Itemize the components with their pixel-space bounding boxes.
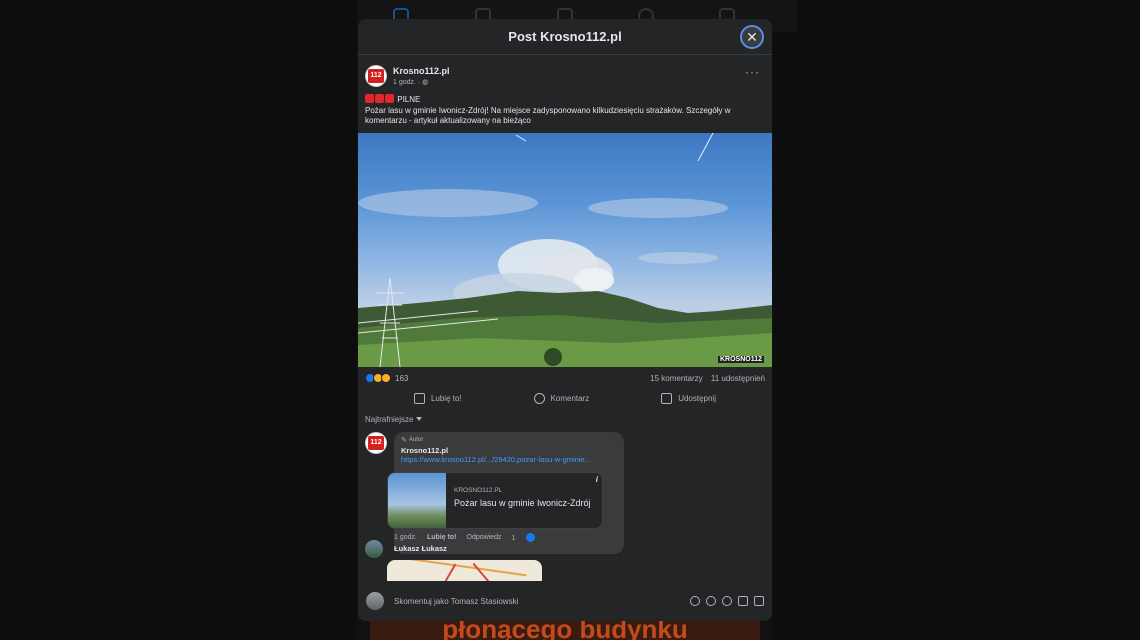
post-actions: Lubię to! Komentarz Udostępnij	[358, 385, 772, 409]
camera-icon[interactable]	[722, 596, 732, 606]
emoji-icon[interactable]	[706, 596, 716, 606]
post-author[interactable]: Krosno112.pl	[393, 66, 450, 76]
modal-header: Post Krosno112.pl ✕	[358, 19, 772, 55]
reactions-bar: 163 15 komentarzy 11 udostępnień	[358, 367, 772, 385]
comment-avatar[interactable]: 112	[365, 431, 387, 454]
post-text: PILNE Pożar lasu w gminie Iwonicz-Zdrój!…	[358, 88, 772, 127]
gif-icon[interactable]	[738, 596, 748, 606]
share-button[interactable]: Udostępnij	[661, 393, 716, 404]
link-preview-card[interactable]: KROSNO112.PL Pożar lasu w gminie Iwonicz…	[387, 471, 603, 529]
link-info: KROSNO112.PL Pożar lasu w gminie Iwonicz…	[446, 473, 591, 528]
comment-2: Łukasz Łukasz	[365, 540, 447, 558]
author-badge: ✎ Autor	[401, 436, 617, 444]
comment-2-author[interactable]: Łukasz Łukasz	[394, 544, 447, 558]
comment-like-count[interactable]: 1	[511, 532, 546, 542]
sort-label: Najtrafniejsze	[365, 414, 414, 424]
comment-link[interactable]: https://www.krosno112.pl/.../29420,pozar…	[401, 455, 617, 464]
post-meta: 1 godz. · ◍	[393, 78, 450, 86]
post-tag: PILNE	[397, 95, 421, 104]
comment-like-number: 1	[511, 534, 516, 542]
background-left	[0, 0, 357, 640]
globe-icon: ◍	[422, 78, 429, 86]
map-road	[407, 560, 527, 577]
caret-down-icon	[416, 417, 423, 421]
comment: 112 ✎ Autor Krosno112.pl https://www.kro…	[358, 424, 772, 554]
composer-tools	[684, 596, 764, 606]
comment-icon	[533, 393, 545, 404]
red-square-icon	[365, 94, 374, 103]
link-domain: KROSNO112.PL	[454, 486, 503, 494]
like-button[interactable]: Lubię to!	[413, 393, 462, 404]
comment-author[interactable]: Krosno112.pl	[401, 446, 617, 455]
shares-count[interactable]: 11 udostępnień	[711, 374, 765, 383]
post-time[interactable]: 1 godz. ·	[393, 79, 422, 86]
wow-reaction-icon	[381, 373, 391, 383]
photo-watermark: KROSNO112	[717, 355, 764, 363]
page-logo: 112	[368, 435, 384, 450]
post-body: Pożar lasu w gminie Iwonicz-Zdrój! Na mi…	[365, 105, 731, 126]
thumbs-up-icon	[413, 393, 425, 404]
share-icon	[661, 393, 673, 404]
reaction-summary[interactable]: 163	[365, 373, 408, 383]
red-square-icon	[375, 94, 384, 103]
comment-reply-button[interactable]: Odpowiedz	[467, 534, 502, 541]
comment-label: Komentarz	[550, 394, 590, 403]
reaction-count: 163	[395, 373, 409, 383]
comment-button[interactable]: Komentarz	[533, 393, 590, 404]
close-icon: ✕	[746, 28, 758, 45]
post-scroll-area[interactable]: 112 Krosno112.pl 1 godz. · ◍ ··· PILNE P…	[358, 56, 772, 589]
more-options-button[interactable]: ···	[745, 65, 760, 79]
info-icon[interactable]: i	[596, 475, 598, 484]
like-reaction-icon	[526, 532, 536, 542]
pen-icon: ✎	[401, 436, 407, 444]
red-square-icon	[385, 94, 394, 103]
author-badge-label: Autor	[408, 436, 424, 443]
background-right	[773, 0, 1140, 640]
avatar-sticker-icon[interactable]	[690, 596, 700, 606]
forest-fire-photo	[358, 132, 772, 367]
link-thumbnail	[388, 472, 446, 528]
close-button[interactable]: ✕	[740, 25, 764, 49]
page-avatar[interactable]: 112	[365, 64, 387, 87]
page-logo: 112	[368, 68, 384, 83]
comment-sort-dropdown[interactable]: Najtrafniejsze	[358, 409, 772, 424]
comments-count[interactable]: 15 komentarzy	[650, 374, 702, 383]
share-label: Udostępnij	[678, 394, 716, 403]
current-user-avatar[interactable]	[366, 592, 384, 610]
post-photo[interactable]: KROSNO112	[358, 132, 772, 367]
comment-input[interactable]: Skomentuj jako Tomasz Stasiowski	[394, 597, 684, 606]
user-avatar[interactable]	[365, 540, 383, 558]
modal-title: Post Krosno112.pl	[508, 29, 622, 44]
engagement-counts: 15 komentarzy 11 udostępnień	[644, 374, 765, 383]
comment-composer: Skomentuj jako Tomasz Stasiowski	[358, 581, 772, 621]
post-modal: Post Krosno112.pl ✕ 112 Krosno112.pl 1 g…	[358, 19, 772, 621]
link-title: Pożar lasu w gminie Iwonicz-Zdrój	[454, 497, 591, 508]
post-header: 112 Krosno112.pl 1 godz. · ◍ ···	[358, 56, 772, 88]
author-block: Krosno112.pl 1 godz. · ◍	[393, 66, 450, 86]
post-tag-line: PILNE	[365, 94, 765, 106]
like-label: Lubię to!	[430, 394, 462, 403]
sticker-icon[interactable]	[754, 596, 764, 606]
